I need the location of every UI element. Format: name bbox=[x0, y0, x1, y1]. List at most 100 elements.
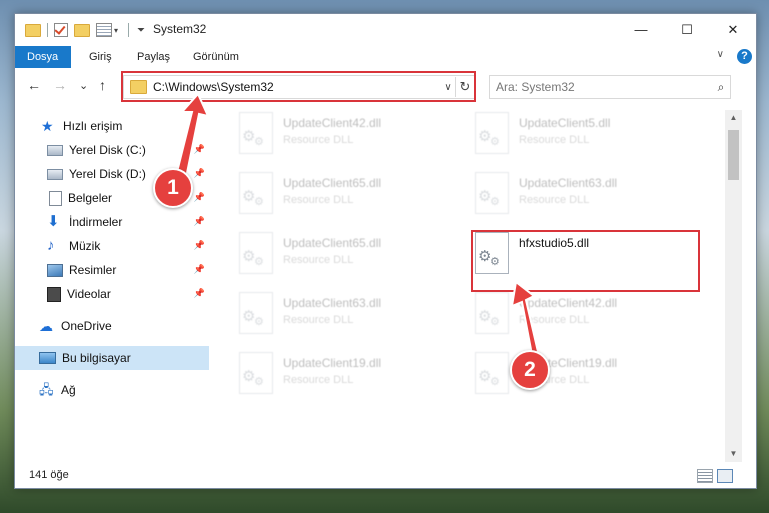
computer-icon bbox=[39, 352, 56, 364]
drive-icon bbox=[47, 168, 63, 180]
file-name: UpdateClient5.dll bbox=[519, 116, 611, 130]
callout-1: 1 bbox=[153, 168, 193, 208]
download-icon: ⬇ bbox=[47, 213, 60, 230]
file-description: Resource DLL bbox=[283, 314, 354, 326]
sidebar-item-onedrive[interactable]: ☁ OneDrive bbox=[15, 314, 209, 338]
tab-share[interactable]: Paylaş bbox=[125, 46, 182, 68]
star-icon: ★ bbox=[41, 118, 54, 134]
item-count: 141 öğe bbox=[29, 469, 69, 481]
status-bar: 141 öğe bbox=[15, 464, 756, 488]
dll-file-icon bbox=[475, 292, 509, 334]
file-item[interactable]: UpdateClient65.dll Resource DLL bbox=[211, 170, 411, 222]
file-item[interactable]: UpdateClient19.dll Resource DLL bbox=[211, 350, 411, 402]
dll-file-icon bbox=[239, 112, 273, 154]
pin-icon[interactable]: 📌 bbox=[194, 216, 205, 227]
file-name: UpdateClient19.dll bbox=[283, 356, 382, 370]
pin-icon[interactable]: 📌 bbox=[194, 192, 205, 203]
back-button[interactable]: ← bbox=[27, 77, 41, 93]
file-description: Resource DLL bbox=[283, 374, 354, 386]
customize-toolbar-icon[interactable]: ⏷ bbox=[137, 25, 145, 36]
sidebar-item-label: Müzik bbox=[69, 239, 101, 253]
minimize-button[interactable]: — bbox=[618, 14, 664, 45]
tab-home[interactable]: Giriş bbox=[77, 46, 124, 68]
details-view-icon[interactable] bbox=[697, 469, 713, 483]
search-icon[interactable]: ⌕ bbox=[712, 80, 730, 95]
properties-check-icon[interactable] bbox=[54, 23, 68, 37]
sidebar-item-label: Hızlı erişim bbox=[63, 119, 123, 133]
ribbon-tabs: Dosya Giriş Paylaş Görünüm ∨ ? bbox=[15, 46, 756, 68]
vertical-scrollbar[interactable]: ▲ ▼ bbox=[725, 110, 742, 462]
file-name: UpdateClient63.dll bbox=[519, 176, 618, 190]
dll-file-icon bbox=[239, 292, 273, 334]
file-item[interactable]: UpdateClient63.dll Resource DLL bbox=[447, 170, 647, 222]
file-description: Resource DLL bbox=[519, 314, 590, 326]
sidebar-item-videos[interactable]: Videolar 📌 bbox=[15, 282, 209, 306]
properties-icon[interactable] bbox=[96, 23, 112, 37]
sidebar-item-label: Videolar bbox=[67, 287, 111, 301]
new-folder-icon[interactable] bbox=[74, 23, 90, 37]
sidebar-item-label: Ağ bbox=[61, 383, 76, 397]
pin-icon[interactable]: 📌 bbox=[194, 288, 205, 299]
document-icon bbox=[49, 190, 62, 206]
file-item[interactable]: UpdateClient5.dll Resource DLL bbox=[447, 110, 647, 162]
scroll-down-arrow-icon[interactable]: ▼ bbox=[725, 446, 742, 462]
navigation-pane: ★ Hızlı erişim Yerel Disk (C:) 📌 Yerel D… bbox=[15, 114, 211, 464]
scrollbar-thumb[interactable] bbox=[728, 130, 739, 180]
sidebar-item-label: Yerel Disk (C:) bbox=[69, 143, 146, 157]
sidebar-item-music[interactable]: ♪ Müzik 📌 bbox=[15, 234, 209, 258]
file-name: UpdateClient42.dll bbox=[283, 116, 382, 130]
sidebar-item-this-pc[interactable]: Bu bilgisayar bbox=[15, 346, 209, 370]
file-name: UpdateClient63.dll bbox=[283, 296, 382, 310]
file-name: UpdateClient65.dll bbox=[283, 176, 382, 190]
file-description: Resource DLL bbox=[283, 254, 354, 266]
folder-icon bbox=[25, 23, 41, 37]
sidebar-item-downloads[interactable]: ⬇ İndirmeler 📌 bbox=[15, 210, 209, 234]
file-item[interactable]: UpdateClient65.dll Resource DLL bbox=[211, 230, 411, 282]
sidebar-item-label: Yerel Disk (D:) bbox=[69, 167, 146, 181]
file-item[interactable]: UpdateClient63.dll Resource DLL bbox=[211, 290, 411, 342]
file-item[interactable]: UpdateClient42.dll Resource DLL bbox=[211, 110, 411, 162]
scroll-up-arrow-icon[interactable]: ▲ bbox=[725, 110, 742, 126]
search-box[interactable]: Ara: System32 ⌕ bbox=[489, 75, 731, 99]
file-item[interactable]: UpdateClient42.dll Resource DLL bbox=[447, 290, 647, 342]
sidebar-item-pictures[interactable]: Resimler 📌 bbox=[15, 258, 209, 282]
cloud-icon: ☁ bbox=[39, 318, 53, 334]
video-icon bbox=[47, 286, 61, 302]
maximize-button[interactable]: ☐ bbox=[664, 14, 710, 45]
sidebar-item-label: Bu bilgisayar bbox=[62, 351, 131, 365]
sidebar-item-local-disk-c[interactable]: Yerel Disk (C:) 📌 bbox=[15, 138, 209, 162]
search-input[interactable]: Ara: System32 bbox=[490, 80, 712, 94]
callout-2: 2 bbox=[510, 350, 550, 390]
file-description: Resource DLL bbox=[519, 194, 590, 206]
chevron-down-icon[interactable]: ▾ bbox=[114, 26, 118, 35]
dll-file-icon bbox=[475, 352, 509, 394]
sidebar-item-label: OneDrive bbox=[61, 319, 112, 333]
title-bar: ▾ ⏷ System32 — ☐ ✕ bbox=[15, 14, 756, 46]
forward-button[interactable]: → bbox=[53, 77, 67, 93]
up-button[interactable]: ↑ bbox=[99, 77, 106, 93]
pin-icon[interactable]: 📌 bbox=[194, 168, 205, 179]
sidebar-item-label: Resimler bbox=[69, 263, 117, 277]
music-icon: ♪ bbox=[47, 237, 55, 254]
pin-icon[interactable]: 📌 bbox=[194, 240, 205, 251]
toolbar-divider bbox=[47, 23, 48, 37]
collapse-ribbon-icon[interactable]: ∨ bbox=[717, 49, 724, 60]
dll-file-icon bbox=[239, 232, 273, 274]
sidebar-item-network[interactable]: 🖧 Ağ bbox=[15, 378, 209, 402]
pictures-icon bbox=[47, 263, 63, 277]
network-icon: 🖧 bbox=[39, 382, 54, 397]
pin-icon[interactable]: 📌 bbox=[194, 144, 205, 155]
tab-view[interactable]: Görünüm bbox=[181, 46, 251, 68]
large-icons-view-icon[interactable] bbox=[717, 469, 733, 483]
dll-file-icon bbox=[239, 352, 273, 394]
pin-icon[interactable]: 📌 bbox=[194, 264, 205, 275]
window-title: System32 bbox=[153, 22, 207, 36]
sidebar-item-quick-access[interactable]: ★ Hızlı erişim bbox=[15, 114, 209, 138]
help-icon[interactable]: ? bbox=[737, 49, 752, 64]
recent-locations-button[interactable]: ⌄ bbox=[79, 79, 88, 92]
tab-file[interactable]: Dosya bbox=[15, 46, 71, 68]
sidebar-item-label: İndirmeler bbox=[69, 215, 123, 229]
close-button[interactable]: ✕ bbox=[710, 14, 756, 45]
drive-icon bbox=[47, 144, 63, 156]
quick-access-toolbar: ▾ ⏷ bbox=[25, 22, 145, 38]
